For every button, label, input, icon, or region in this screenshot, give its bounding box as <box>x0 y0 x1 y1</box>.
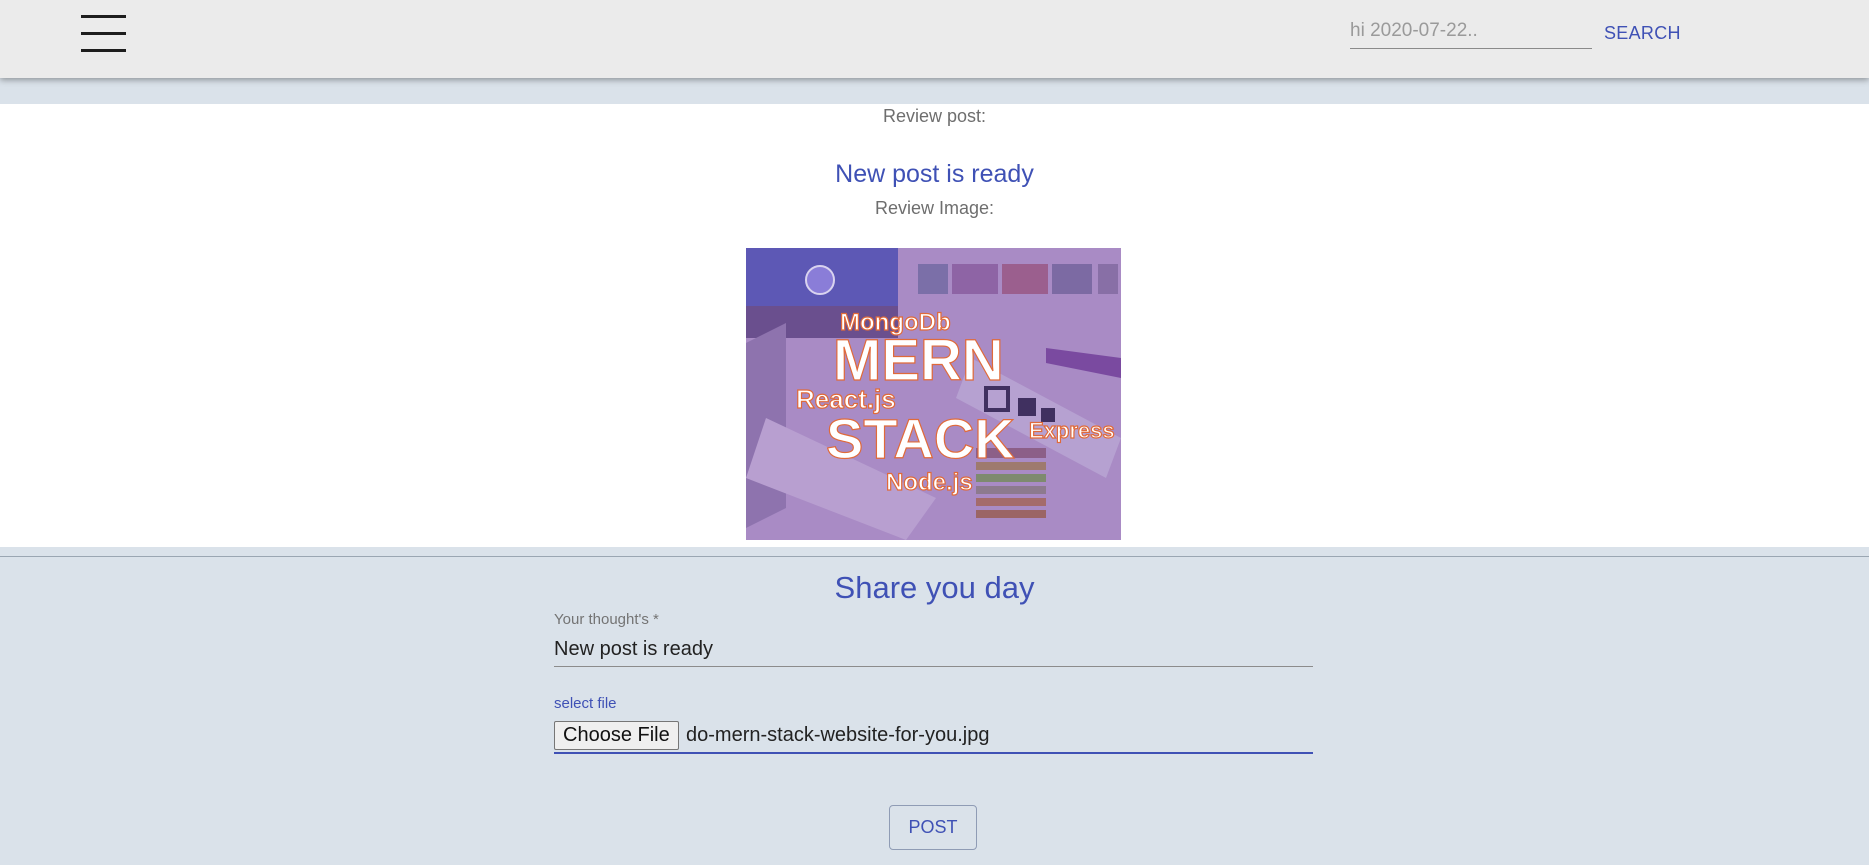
image-text-express: Express <box>1029 418 1115 443</box>
review-post-label: Review post: <box>882 106 987 126</box>
thought-input[interactable] <box>554 632 1313 667</box>
search-button[interactable]: SEARCH <box>1598 20 1687 46</box>
image-text-stack: STACK <box>826 407 1015 470</box>
file-field-label: select file <box>554 695 617 712</box>
review-image: MongoDb MERN React.js STACK Express Node… <box>746 248 1121 540</box>
post-button[interactable]: POST <box>889 805 977 850</box>
hamburger-menu-icon[interactable] <box>78 12 128 56</box>
review-post-title: New post is ready <box>835 160 1034 188</box>
file-input[interactable]: Choose File do-mern-stack-website-for-yo… <box>554 720 1313 754</box>
app-bar: SEARCH <box>0 0 1869 78</box>
choose-file-button[interactable]: Choose File <box>554 721 679 750</box>
thought-field-label: Your thought's * <box>554 611 659 628</box>
image-text-node: Node.js <box>886 469 973 496</box>
search-input[interactable] <box>1350 14 1592 49</box>
section-divider <box>0 556 1869 557</box>
header-spacer <box>0 78 1869 104</box>
review-panel: Review post: New post is ready Review Im… <box>0 104 1869 547</box>
form-title: Share you day <box>834 570 1035 605</box>
mern-stack-image: MongoDb MERN React.js STACK Express Node… <box>746 248 1121 540</box>
selected-file-name: do-mern-stack-website-for-you.jpg <box>686 724 990 746</box>
review-image-label: Review Image: <box>874 198 995 218</box>
